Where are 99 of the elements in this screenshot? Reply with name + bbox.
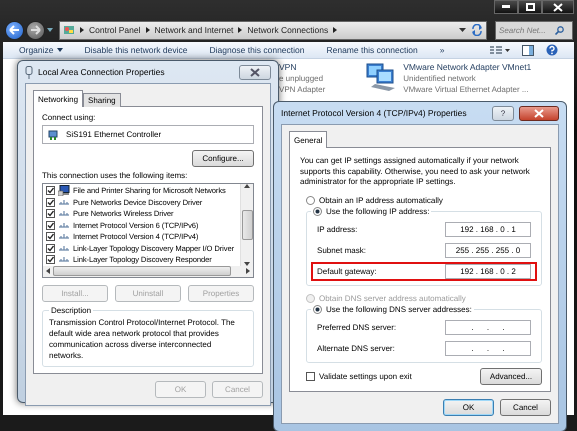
chevron-icon[interactable] [80,27,84,33]
scroll-thumb[interactable] [242,210,252,240]
maximize-button[interactable] [518,0,542,14]
preview-pane-icon[interactable] [522,44,534,56]
scroll-left-icon[interactable] [46,268,50,274]
ip-address-field[interactable]: . . . [445,340,531,356]
refresh-icon[interactable] [471,24,483,36]
chevron-icon[interactable] [238,27,242,33]
protocol-icon [58,222,70,229]
dropdown-caret-icon[interactable] [459,28,466,32]
search-input[interactable]: Search Net... [499,26,555,34]
list-label: This connection uses the following items: [42,171,188,180]
maximize-icon [526,3,534,11]
toolbar-button[interactable]: Rename this connection [326,45,418,55]
connection-detail: Unidentified network [403,73,477,84]
protocol-icon [58,198,70,206]
checkbox[interactable] [46,232,55,242]
forward-button[interactable] [26,20,45,40]
connection-detail: VPN Adapter [279,84,326,95]
dialog-title: Internet Protocol Version 4 (TCP/IPv4) Properties [281,108,468,118]
tab[interactable]: Sharing [83,93,121,107]
checkbox[interactable] [46,186,55,196]
adapter-field: SiS191 Ethernet Controller [42,125,254,144]
chevron-icon[interactable] [333,27,338,33]
radio-option[interactable]: Use the following IP address: [313,206,430,216]
breadcrumb[interactable]: Network Connections [247,25,328,35]
field-label: Default gateway: [317,266,377,276]
protocol-icon [58,244,70,252]
close-button[interactable] [519,106,559,120]
back-button[interactable] [5,20,24,40]
advanced-button[interactable]: Advanced... [480,368,542,384]
network-card-icon [48,128,60,140]
toolbar-button[interactable]: Disable this network device [84,45,188,55]
configure-button[interactable]: Configure... [192,150,254,167]
checkbox[interactable] [46,255,55,264]
close-button[interactable] [542,0,574,14]
group-title: Description [50,306,92,314]
protocol-icon [58,256,70,264]
checkbox[interactable] [306,372,315,380]
ip-address-field[interactable]: . . . [445,320,531,334]
view-options-icon[interactable] [490,45,510,55]
protocol-icon [58,233,70,240]
intro-text: You can get IP settings assigned automatically if your network supports this capability. Otherwise, you need to ask your network administrator for the appropriate IP settings. [300,156,531,188]
close-icon [553,2,563,12]
scroll-right-icon[interactable] [246,268,250,274]
connection-detail: VMware Virtual Ethernet Adapter ... [403,84,530,95]
arrow-right-icon [30,25,41,35]
field-label: Connect using: [42,113,96,122]
breadcrumb[interactable]: Control Panel [89,25,141,35]
vertical-scrollbar[interactable] [240,184,253,266]
help-button[interactable]: ? [492,106,514,120]
description-text: Transmission Control Protocol/Internet Protocol. The default wide area network protocol that provides communication across diverse interconnected networks. [49,316,236,360]
dialog-button[interactable]: OK [443,398,494,416]
ip-address-field[interactable]: 192 . 168 . 0 . 1 [445,222,531,236]
dialog-button[interactable]: Cancel [500,398,551,416]
toolbar-button[interactable]: Diagnose this connection [210,45,304,55]
checkbox[interactable] [46,198,55,207]
close-icon [534,108,544,118]
connection-name: VMware Network Adapter VMnet1 [403,62,532,73]
breadcrumb[interactable]: Network and Internet [154,25,234,35]
close-icon [250,68,260,76]
checkbox-label[interactable]: Validate settings upon exit [319,372,412,380]
computer-icon [58,185,70,196]
minimize-button[interactable] [494,0,518,14]
caret-icon[interactable] [47,28,53,32]
caret-icon [56,48,62,52]
control-panel-icon [63,24,75,36]
items-list[interactable] [42,183,254,278]
checkbox[interactable] [46,244,55,253]
ip-address-field[interactable]: 255 . 255 . 255 . 0 [445,242,531,258]
more-button[interactable]: » [440,45,444,55]
network-plug-icon [25,66,33,78]
close-button[interactable] [239,64,271,80]
checkbox[interactable] [46,220,55,230]
radio-option[interactable]: Use the following DNS server addresses: [313,304,472,314]
checkbox[interactable] [46,209,55,218]
menu-button[interactable]: Organize [19,45,62,55]
chevron-icon[interactable] [146,27,150,33]
search-icon[interactable] [555,26,564,34]
tab[interactable]: General [289,131,328,148]
help-icon[interactable] [546,44,558,56]
search-field[interactable]: Search Net... [495,20,573,40]
scroll-thumb[interactable] [53,266,231,276]
field-label: IP address: [317,224,358,234]
scroll-up-icon[interactable] [244,184,250,188]
minimize-icon [502,5,510,9]
connection-name: VPN [279,62,298,73]
horizontal-scrollbar[interactable] [43,266,253,276]
address-bar[interactable]: Control Panel Network and Internet Network Connections [59,20,487,40]
connection-detail: e unplugged [279,73,324,84]
tab[interactable]: Networking [33,90,84,107]
ip-address-field[interactable]: 192 . 168 . 0 . 2 [445,264,531,278]
field-label: Alternate DNS server: [317,344,395,352]
field-label: Preferred DNS server: [317,322,396,332]
field-label: Subnet mask: [317,246,366,254]
protocol-icon [58,210,70,218]
dialog-title: Local Area Connection Properties [38,67,166,77]
arrow-left-icon [9,25,20,35]
radio-option[interactable]: Obtain an IP address automatically [306,196,443,204]
